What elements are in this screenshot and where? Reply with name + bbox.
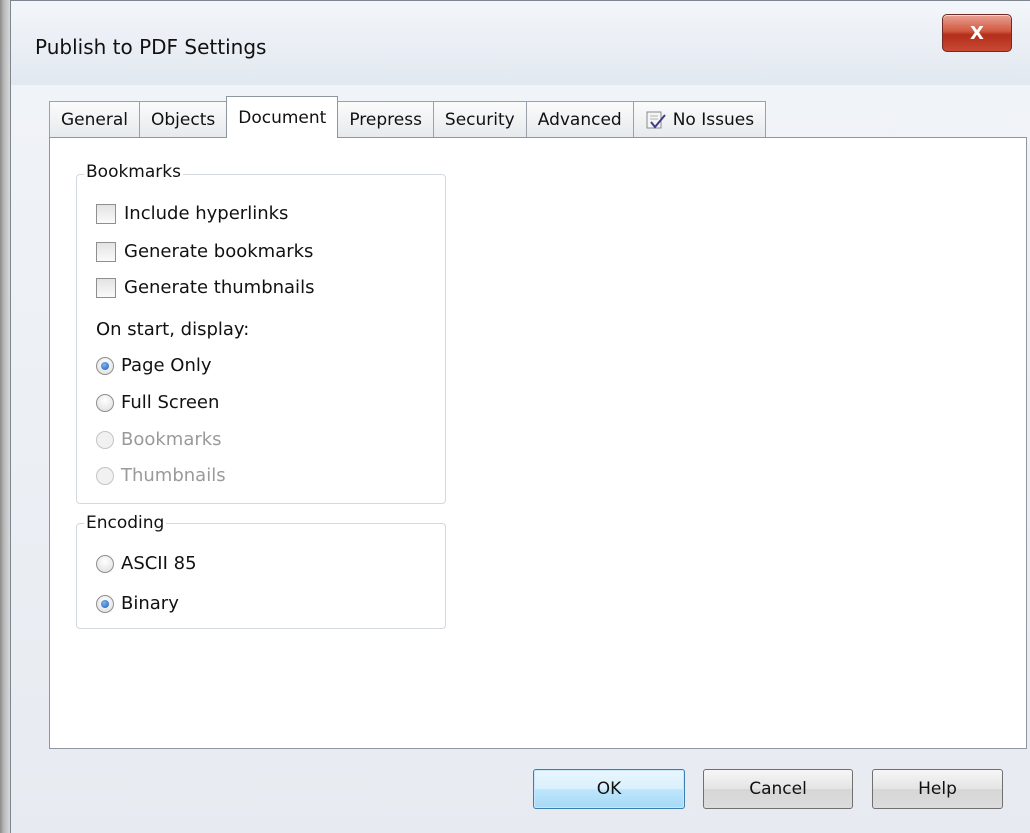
- cancel-button[interactable]: Cancel: [703, 769, 853, 809]
- radio-page-only[interactable]: Page Only: [96, 355, 212, 376]
- document-tab-panel: Bookmarks Include hyperlinks Generate bo…: [49, 137, 1027, 749]
- bookmarks-group-label: Bookmarks: [84, 162, 183, 182]
- tab-security[interactable]: Security: [432, 101, 527, 138]
- tab-document[interactable]: Document: [226, 96, 339, 138]
- publish-pdf-dialog: Publish to PDF Settings X General Object…: [10, 0, 1030, 833]
- generate-thumbnails-checkbox[interactable]: Generate thumbnails: [96, 277, 314, 298]
- radio-button: [96, 466, 114, 485]
- checkbox-box[interactable]: [96, 277, 116, 298]
- generate-bookmarks-checkbox[interactable]: Generate bookmarks: [96, 241, 313, 262]
- tab-advanced[interactable]: Advanced: [525, 101, 634, 138]
- tab-no-issues[interactable]: No Issues: [632, 101, 767, 138]
- checkbox-box[interactable]: [96, 203, 116, 224]
- radio-bookmarks: Bookmarks: [96, 429, 222, 450]
- radio-button[interactable]: [96, 356, 114, 375]
- checklist-icon: [646, 111, 666, 129]
- tab-strip: General Objects Document Prepress Securi…: [49, 96, 767, 138]
- tab-prepress[interactable]: Prepress: [337, 101, 434, 138]
- encoding-group-label: Encoding: [84, 513, 167, 533]
- radio-button[interactable]: [96, 594, 114, 613]
- ok-button[interactable]: OK: [533, 769, 685, 809]
- include-hyperlinks-checkbox[interactable]: Include hyperlinks: [96, 203, 288, 224]
- radio-binary[interactable]: Binary: [96, 593, 179, 614]
- on-start-display-label: On start, display:: [96, 319, 250, 340]
- radio-button[interactable]: [96, 554, 114, 573]
- tab-general[interactable]: General: [49, 101, 140, 138]
- radio-thumbnails: Thumbnails: [96, 465, 226, 486]
- radio-full-screen[interactable]: Full Screen: [96, 392, 219, 413]
- radio-button[interactable]: [96, 393, 114, 412]
- tab-objects[interactable]: Objects: [139, 101, 228, 138]
- title-bar[interactable]: Publish to PDF Settings X: [11, 1, 1030, 85]
- radio-ascii85[interactable]: ASCII 85: [96, 553, 197, 574]
- close-icon: X: [970, 22, 984, 44]
- radio-button: [96, 430, 114, 449]
- close-button[interactable]: X: [942, 14, 1012, 52]
- help-button[interactable]: Help: [872, 769, 1003, 809]
- dialog-title: Publish to PDF Settings: [35, 35, 267, 59]
- checkbox-box[interactable]: [96, 241, 116, 262]
- background-window-edge: [0, 0, 10, 833]
